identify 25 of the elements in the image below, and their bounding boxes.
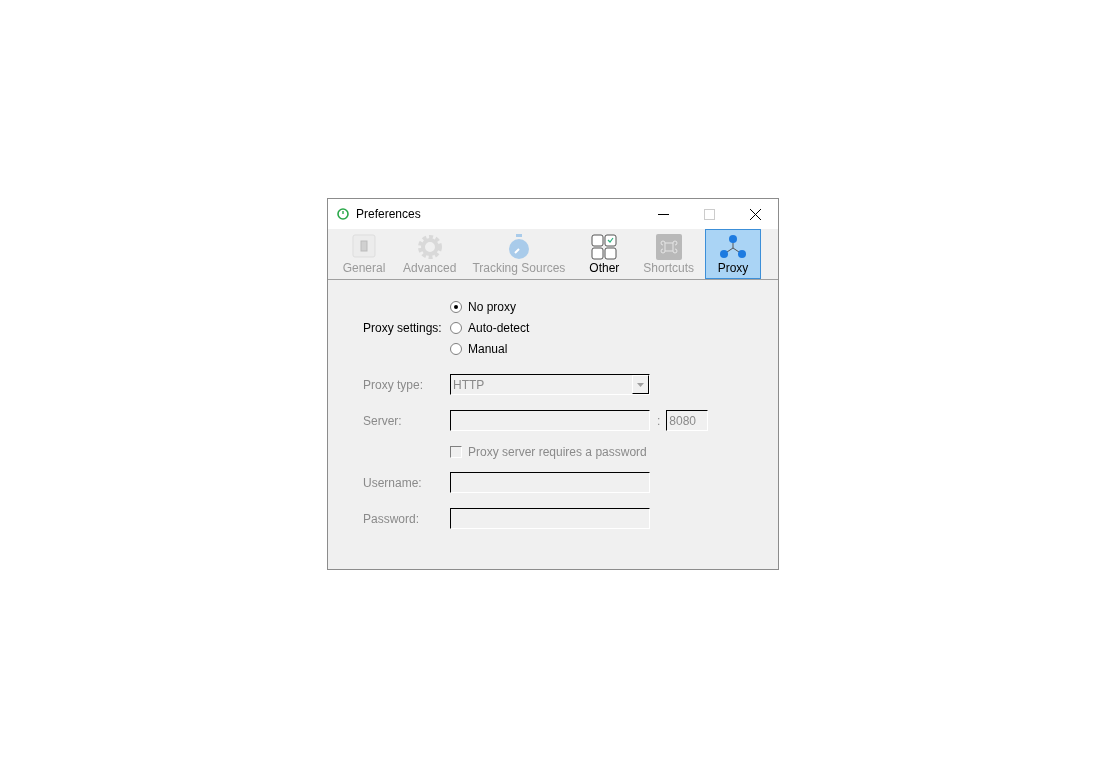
radio-button[interactable]	[450, 343, 462, 355]
radio-button[interactable]	[450, 301, 462, 313]
field-label: Password:	[363, 511, 421, 526]
radio-option[interactable]: Manual	[450, 342, 778, 356]
port-separator: :	[657, 413, 661, 428]
app-icon	[337, 208, 349, 220]
field-label: Proxy type:	[363, 377, 425, 392]
radio-option[interactable]: No proxy	[450, 300, 778, 314]
switch-icon	[352, 234, 376, 258]
gear-icon	[416, 234, 443, 260]
stopwatch-icon	[506, 234, 531, 260]
field-label: Proxy settings:	[363, 321, 443, 335]
close-icon	[749, 208, 761, 220]
field-label: Server:	[363, 413, 403, 428]
checkboxes-icon	[591, 234, 618, 260]
field-label: Username:	[363, 475, 423, 490]
window-title: Preferences	[356, 207, 422, 221]
command-icon	[655, 234, 682, 260]
settings-tab[interactable]: Other	[576, 229, 633, 279]
maximize-icon	[703, 208, 715, 220]
radio-button[interactable]	[450, 322, 462, 334]
radio-option[interactable]: Auto-detect	[450, 321, 778, 335]
settings-tab[interactable]: Proxy	[705, 229, 761, 279]
caret-icon	[637, 382, 644, 387]
network-icon	[719, 234, 747, 260]
